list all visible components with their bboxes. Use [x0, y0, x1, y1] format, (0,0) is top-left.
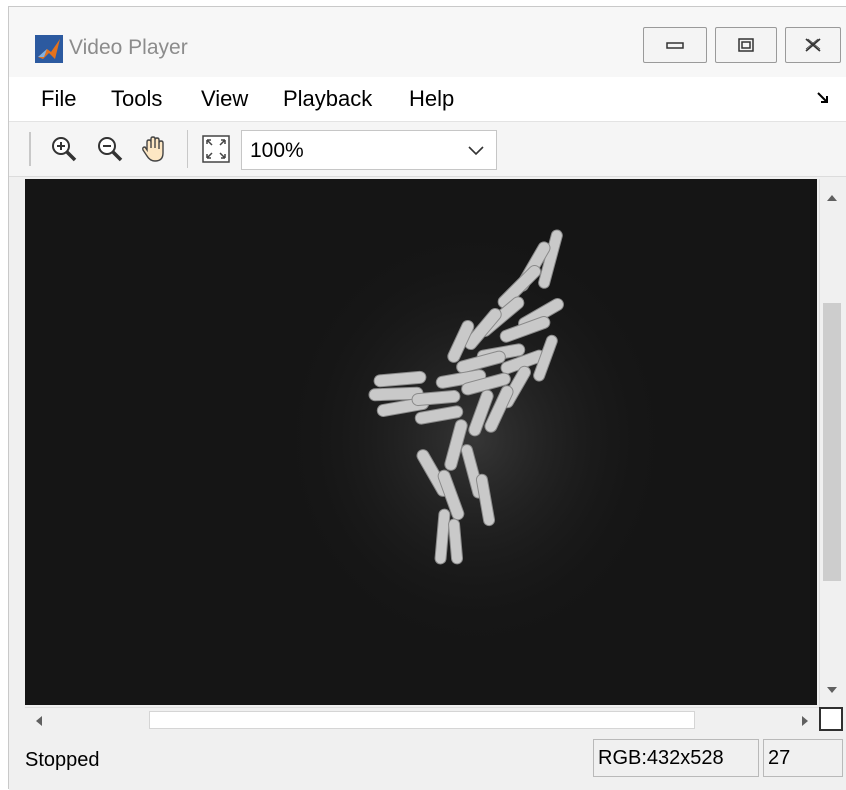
- horizontal-scrollbar[interactable]: [25, 707, 819, 731]
- vertical-scroll-thumb[interactable]: [823, 303, 841, 581]
- scroll-right-icon[interactable]: [801, 714, 809, 732]
- maximize-button[interactable]: [715, 27, 777, 63]
- minimize-button[interactable]: [643, 27, 707, 63]
- chevron-down-icon: [468, 143, 484, 161]
- menu-file[interactable]: File: [41, 85, 76, 113]
- scroll-left-icon[interactable]: [35, 714, 43, 732]
- zoom-level-select[interactable]: 100%: [241, 130, 497, 170]
- frame-number: 27: [763, 739, 843, 777]
- zoom-out-icon[interactable]: [95, 134, 125, 164]
- menu-tools[interactable]: Tools: [111, 85, 162, 113]
- menu-bar: File Tools View Playback Help: [9, 77, 846, 121]
- horizontal-scroll-thumb[interactable]: [149, 711, 695, 729]
- undock-arrow-icon[interactable]: [816, 91, 830, 110]
- close-icon: [805, 38, 821, 52]
- window-title: Video Player: [69, 36, 188, 59]
- zoom-in-icon[interactable]: [49, 134, 79, 164]
- toolbar: 100%: [9, 121, 846, 177]
- video-player-window: Video Player File Tools View Playback He…: [8, 6, 846, 790]
- title-bar[interactable]: Video Player: [9, 7, 846, 77]
- scroll-down-icon[interactable]: [826, 681, 838, 699]
- close-button[interactable]: [785, 27, 841, 63]
- menu-view[interactable]: View: [201, 85, 248, 113]
- pan-hand-icon[interactable]: [139, 134, 169, 164]
- video-display[interactable]: [25, 179, 817, 705]
- matlab-logo-icon: [35, 35, 63, 63]
- menu-help[interactable]: Help: [409, 85, 454, 113]
- status-bar: Stopped RGB:432x528 27: [9, 733, 846, 790]
- minimize-icon: [666, 42, 684, 49]
- toolbar-grip[interactable]: [29, 132, 31, 166]
- toolbar-separator: [187, 130, 188, 168]
- resolution-readout: RGB:432x528: [593, 739, 759, 777]
- scroll-corner: [819, 707, 843, 731]
- scroll-up-icon[interactable]: [826, 189, 838, 207]
- fit-to-window-icon[interactable]: [201, 134, 231, 164]
- video-frame-image: [25, 179, 817, 705]
- menu-playback[interactable]: Playback: [283, 85, 372, 113]
- playback-status: Stopped: [25, 749, 100, 771]
- maximize-icon: [738, 38, 754, 52]
- vertical-scrollbar[interactable]: [819, 179, 843, 707]
- zoom-level-value: 100%: [250, 139, 304, 162]
